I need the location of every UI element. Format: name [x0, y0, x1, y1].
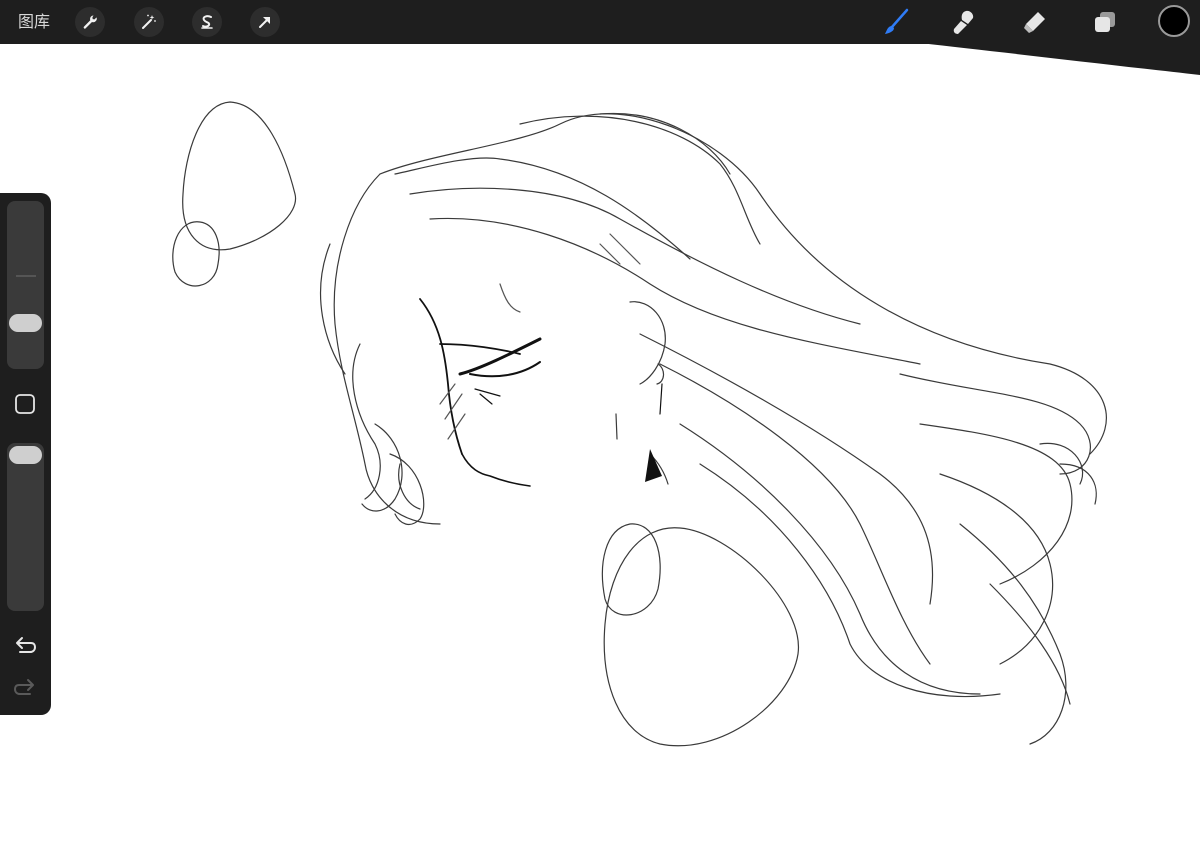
- eraser-button[interactable]: [1018, 6, 1050, 38]
- adjustments-button[interactable]: [134, 7, 164, 37]
- left-sidebar: [0, 193, 51, 715]
- undo-icon: [16, 637, 37, 653]
- selection-s-icon: [201, 15, 213, 29]
- gallery-button[interactable]: 图库: [18, 11, 50, 33]
- opacity-slider[interactable]: [7, 443, 44, 611]
- paint-brush-button[interactable]: [880, 6, 912, 38]
- layers-button[interactable]: [1089, 6, 1121, 38]
- selection-button[interactable]: [192, 7, 222, 37]
- square-icon: [15, 394, 35, 414]
- sketch-artwork: [172, 101, 1107, 747]
- transform-button[interactable]: [250, 7, 280, 37]
- actions-button[interactable]: [75, 7, 105, 37]
- undo-button[interactable]: [12, 633, 38, 659]
- smudge-icon: [953, 10, 974, 34]
- redo-button[interactable]: [12, 675, 38, 701]
- brush-icon: [885, 8, 909, 34]
- brush-size-thumb[interactable]: [9, 314, 42, 332]
- layers-icon: [1095, 12, 1115, 32]
- top-toolbar: 图库: [0, 0, 1200, 44]
- brush-size-slider[interactable]: [7, 201, 44, 369]
- drawing-canvas[interactable]: [0, 44, 1200, 838]
- redo-icon: [13, 679, 34, 695]
- arrow-cursor-icon: [259, 17, 270, 28]
- modify-button[interactable]: [14, 393, 36, 415]
- eraser-icon: [1024, 12, 1045, 33]
- smudge-button[interactable]: [948, 6, 980, 38]
- opacity-thumb[interactable]: [9, 446, 42, 464]
- magic-wand-icon: [142, 14, 156, 29]
- wrench-icon: [83, 15, 97, 29]
- slider-tick: [16, 275, 36, 277]
- color-swatch[interactable]: [1158, 5, 1190, 37]
